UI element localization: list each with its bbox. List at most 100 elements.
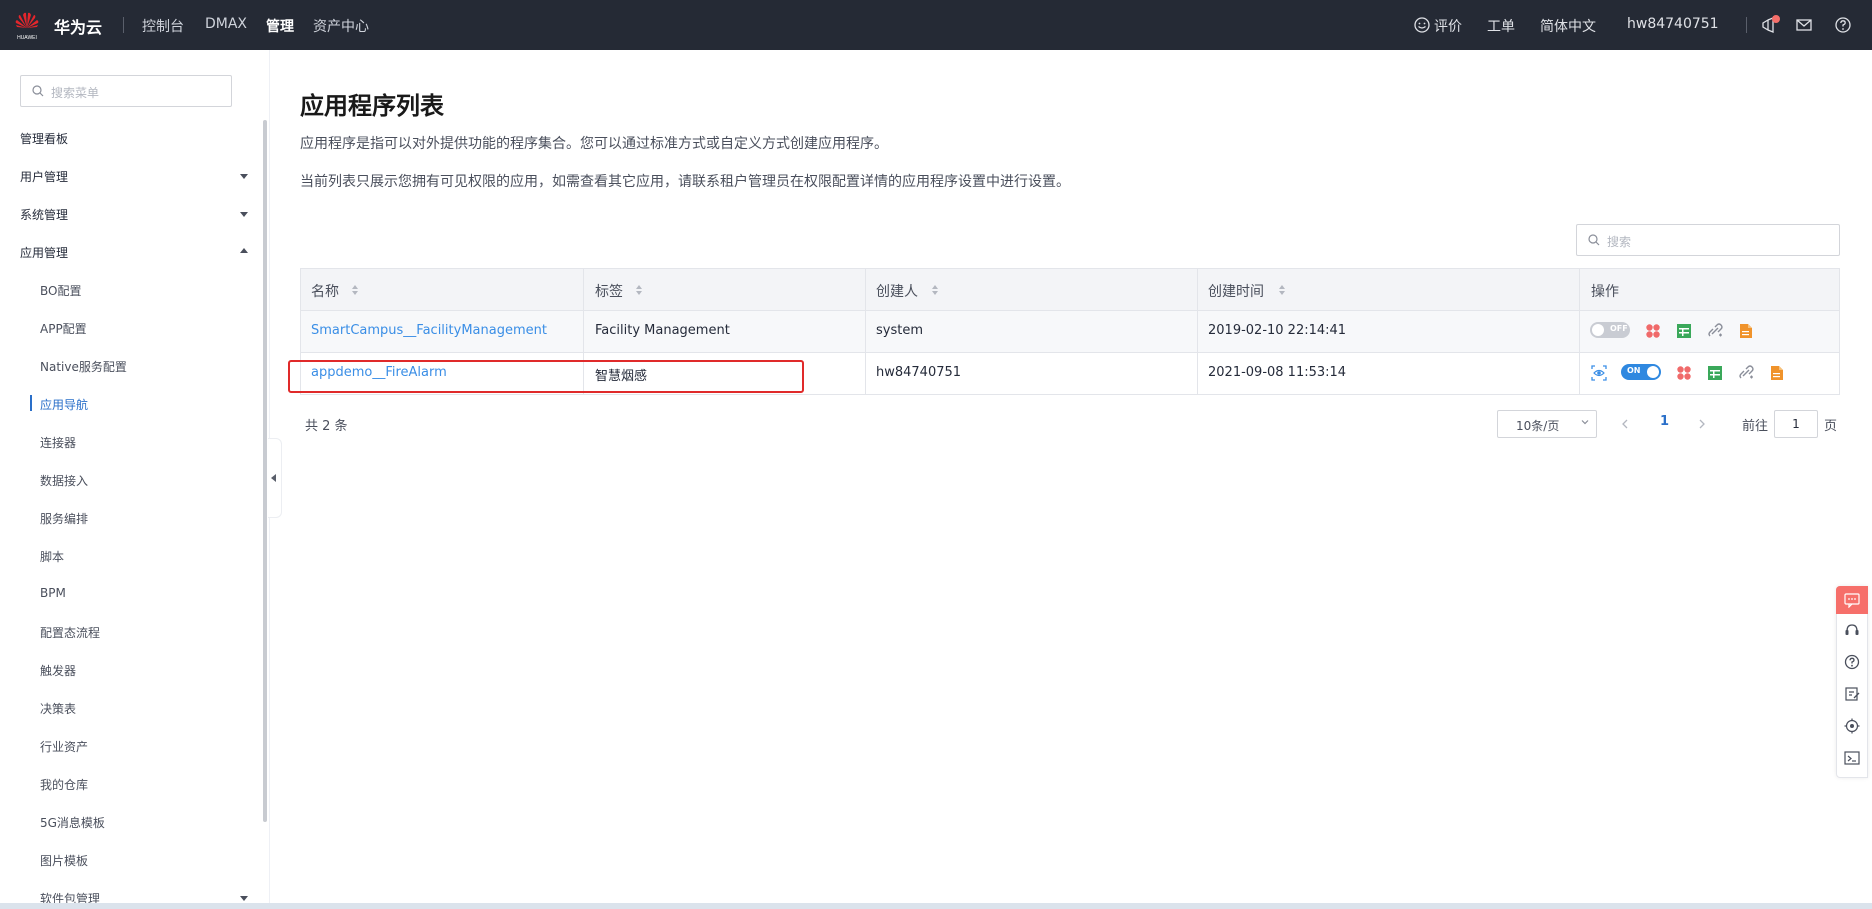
page-number[interactable]: 1 xyxy=(1660,414,1669,429)
sidebar-sub-my-repository[interactable]: 我的仓库 xyxy=(40,776,88,793)
sidebar-sub-bo-config[interactable]: BO配置 xyxy=(40,282,81,299)
chevron-down-icon[interactable] xyxy=(240,212,248,217)
app-created-time: 2019-02-10 22:14:41 xyxy=(1208,323,1347,338)
components-icon[interactable] xyxy=(1645,323,1661,339)
page-size-select[interactable]: 10条/页 xyxy=(1497,410,1597,438)
chevron-down-icon[interactable] xyxy=(240,174,248,179)
brand-name[interactable]: 华为云 xyxy=(54,14,102,38)
prev-page-icon[interactable] xyxy=(1620,418,1630,430)
sidebar-sub-image-template[interactable]: 图片模板 xyxy=(40,852,88,869)
feedback-link[interactable]: 评价 xyxy=(1434,16,1462,36)
column-divider xyxy=(865,353,866,394)
app-created-time: 2021-09-08 11:53:14 xyxy=(1208,365,1347,380)
sidebar-collapse-button[interactable] xyxy=(268,438,282,518)
components-icon[interactable] xyxy=(1676,365,1692,381)
sidebar-sub-connector[interactable]: 连接器 xyxy=(40,434,76,451)
app-status-toggle[interactable]: OFF xyxy=(1590,322,1630,338)
table-config-icon[interactable] xyxy=(1676,323,1692,339)
table-search-input[interactable]: 搜索 xyxy=(1576,224,1840,256)
column-divider xyxy=(865,311,866,352)
sidebar-scrollbar[interactable] xyxy=(263,120,267,822)
terminal-icon[interactable] xyxy=(1844,750,1860,766)
nav-dmax[interactable]: DMAX xyxy=(205,16,247,32)
document-icon[interactable] xyxy=(1769,365,1785,381)
search-placeholder: 搜索菜单 xyxy=(51,86,100,100)
col-header-created-time[interactable]: 创建时间 xyxy=(1208,281,1264,301)
highlight-box xyxy=(288,360,804,393)
sort-icon[interactable] xyxy=(635,284,643,296)
app-name-link[interactable]: SmartCampus__FacilityManagement xyxy=(311,323,547,338)
huawei-logo[interactable]: HUAWEI xyxy=(12,9,42,41)
col-header-tag[interactable]: 标签 xyxy=(595,281,623,301)
sort-icon[interactable] xyxy=(931,284,939,296)
nav-manage[interactable]: 管理 xyxy=(266,16,294,36)
chevron-up-icon[interactable] xyxy=(240,248,248,253)
document-icon[interactable] xyxy=(1738,323,1754,339)
app-creator: hw84740751 xyxy=(876,365,962,380)
ticket-link[interactable]: 工单 xyxy=(1487,16,1515,36)
column-divider xyxy=(1197,311,1198,352)
sidebar-sub-decision-table[interactable]: 决策表 xyxy=(40,700,76,717)
svg-text:HUAWEI: HUAWEI xyxy=(17,35,37,41)
sidebar-sub-app-config[interactable]: APP配置 xyxy=(40,320,87,337)
column-divider xyxy=(1579,311,1580,352)
total-count: 共 2 条 xyxy=(305,419,348,434)
toggle-knob xyxy=(1592,324,1604,336)
language-switch[interactable]: 简体中文 xyxy=(1540,16,1596,36)
sidebar-sub-industry-assets[interactable]: 行业资产 xyxy=(40,738,88,755)
column-divider xyxy=(583,311,584,352)
sidebar-sub-5g-template[interactable]: 5G消息模板 xyxy=(40,814,105,831)
toggle-label: ON xyxy=(1627,366,1641,375)
sidebar-item-app-management[interactable]: 应用管理 xyxy=(20,244,68,261)
col-header-name[interactable]: 名称 xyxy=(311,281,339,301)
chevron-down-icon[interactable] xyxy=(240,896,248,901)
column-divider xyxy=(865,269,866,312)
sidebar-sub-data-access[interactable]: 数据接入 xyxy=(40,472,88,489)
sort-icon[interactable] xyxy=(351,284,359,296)
mail-icon[interactable] xyxy=(1795,16,1813,34)
goto-suffix: 页 xyxy=(1824,419,1838,434)
help-icon[interactable] xyxy=(1834,16,1852,34)
table-header: 名称 标签 创建人 创建时间 操作 xyxy=(300,268,1840,312)
sidebar-item-system-management[interactable]: 系统管理 xyxy=(20,206,68,223)
table-config-icon[interactable] xyxy=(1707,365,1723,381)
feedback-icon[interactable] xyxy=(1844,686,1860,702)
sidebar-item-user-management[interactable]: 用户管理 xyxy=(20,168,68,185)
chat-button[interactable] xyxy=(1836,586,1868,614)
column-divider xyxy=(1197,269,1198,312)
username[interactable]: hw84740751 xyxy=(1627,16,1719,32)
nav-console[interactable]: 控制台 xyxy=(142,16,184,36)
unread-dot xyxy=(1772,15,1780,23)
help-icon[interactable] xyxy=(1844,654,1860,670)
col-header-creator[interactable]: 创建人 xyxy=(876,281,918,301)
next-page-icon[interactable] xyxy=(1697,418,1707,430)
smile-icon[interactable] xyxy=(1413,16,1431,34)
sidebar-item-dashboard[interactable]: 管理看板 xyxy=(20,130,68,147)
goto-label: 前往 xyxy=(1742,419,1769,434)
link-settings-icon[interactable] xyxy=(1707,323,1723,339)
customer-service-icon[interactable] xyxy=(1844,622,1860,638)
table-row: SmartCampus__FacilityManagement Facility… xyxy=(300,311,1840,353)
link-settings-icon[interactable] xyxy=(1738,365,1754,381)
search-icon xyxy=(32,85,44,97)
page-title: 应用程序列表 xyxy=(300,92,444,120)
nav-asset-center[interactable]: 资产中心 xyxy=(313,16,369,36)
menu-search-input[interactable]: 搜索菜单 xyxy=(20,75,232,107)
sidebar-sub-app-navigation[interactable]: 应用导航 xyxy=(40,396,88,413)
app-status-toggle[interactable]: ON xyxy=(1621,364,1661,380)
chevron-down-icon xyxy=(1581,420,1589,425)
permission-note: 当前列表只展示您拥有可见权限的应用，如需查看其它应用，请联系租户管理员在权限配置… xyxy=(300,174,1070,190)
page-description: 应用程序是指可以对外提供功能的程序集合。您可以通过标准方式或自定义方式创建应用程… xyxy=(300,136,888,152)
sidebar-sub-config-flow[interactable]: 配置态流程 xyxy=(40,624,100,641)
sidebar-sub-script[interactable]: 脚本 xyxy=(40,548,64,565)
column-divider xyxy=(1197,353,1198,394)
locate-icon[interactable] xyxy=(1844,718,1860,734)
preview-icon[interactable] xyxy=(1591,365,1607,381)
toggle-knob xyxy=(1647,366,1659,378)
sidebar-sub-native-service[interactable]: Native服务配置 xyxy=(40,358,127,375)
sidebar-sub-service-orchestration[interactable]: 服务编排 xyxy=(40,510,88,527)
sidebar-sub-bpm[interactable]: BPM xyxy=(40,586,66,600)
sort-icon[interactable] xyxy=(1278,284,1286,296)
sidebar-sub-trigger[interactable]: 触发器 xyxy=(40,662,76,679)
goto-page-input[interactable]: 1 xyxy=(1774,410,1818,438)
